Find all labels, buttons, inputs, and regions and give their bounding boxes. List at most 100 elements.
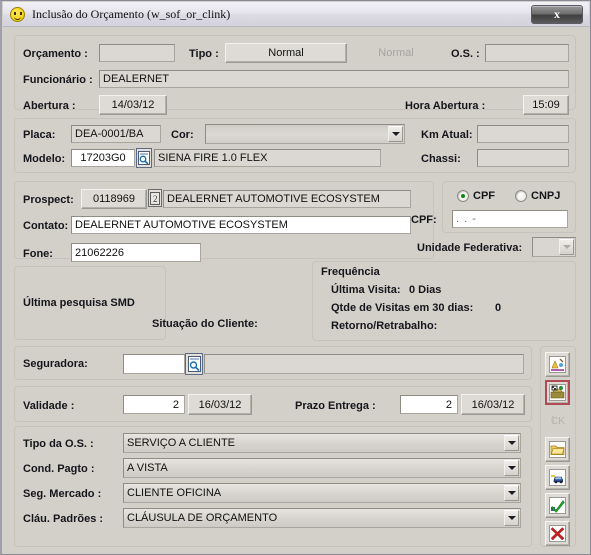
label-seg-mercado: Seg. Mercado : bbox=[23, 488, 102, 500]
cond-pagto-dropdown[interactable]: A VISTA bbox=[123, 458, 521, 478]
prospect-search-icon[interactable]: 2 bbox=[148, 189, 162, 207]
prospect-code-box[interactable]: 0118969 bbox=[81, 189, 147, 209]
car-icon-button[interactable] bbox=[545, 465, 570, 490]
green-check-icon bbox=[549, 497, 566, 514]
label-qtde-visitas: Qtde de Visitas em 30 dias: bbox=[331, 302, 474, 314]
label-validade: Validade : bbox=[23, 400, 75, 412]
label-tipo: Tipo : bbox=[189, 48, 219, 60]
open-folder-icon bbox=[549, 441, 566, 458]
clau-padroes-dropdown[interactable]: CLÁUSULA DE ORÇAMENTO bbox=[123, 508, 521, 528]
cpf-field[interactable]: . . - bbox=[452, 210, 568, 228]
label-ultima-pesquisa-smd: Última pesquisa SMD bbox=[23, 297, 135, 309]
label-modelo: Modelo: bbox=[23, 153, 66, 165]
modelo-code-field[interactable]: 17203G0 bbox=[71, 149, 135, 167]
chassi-field[interactable] bbox=[477, 149, 569, 167]
contato-field[interactable]: DEALERNET AUTOMOTIVE ECOSYSTEM bbox=[71, 216, 411, 234]
seg-mercado-value: CLIENTE OFICINA bbox=[127, 487, 222, 499]
window-title: Inclusão do Orçamento (w_sof_or_clink) bbox=[32, 6, 231, 21]
os-field[interactable] bbox=[485, 44, 569, 62]
seguradora-description-field[interactable] bbox=[204, 354, 524, 374]
prazo-entrega-date[interactable]: 16/03/12 bbox=[461, 394, 525, 415]
label-unidade-federativa: Unidade Federativa: bbox=[417, 242, 523, 254]
tipo-os-dropdown[interactable]: SERVIÇO A CLIENTE bbox=[123, 433, 521, 453]
radio-cnpj-label: CNPJ bbox=[531, 190, 561, 202]
panel-cliente: Prospect: 0118969 2 DEALERNET AUTOMOTIVE… bbox=[14, 181, 434, 262]
check-lock-icon-button: CK bbox=[545, 408, 570, 433]
label-orcamento: Orçamento : bbox=[23, 48, 88, 60]
chevron-down-icon-seg-mercado[interactable] bbox=[504, 485, 519, 501]
panel-orcamento-header: Orçamento : Tipo : Normal Normal O.S. : … bbox=[14, 35, 576, 115]
frequencia-title: Frequência bbox=[321, 266, 380, 278]
fone-field[interactable]: 21062226 bbox=[71, 243, 201, 262]
application-window: Inclusão do Orçamento (w_sof_or_clink) x… bbox=[0, 0, 591, 555]
radio-dot-cpf bbox=[457, 190, 469, 202]
label-tipo-os: Tipo da O.S. : bbox=[23, 438, 94, 450]
title-bar: Inclusão do Orçamento (w_sof_or_clink) x bbox=[3, 2, 589, 27]
modelo-search-icon[interactable] bbox=[136, 148, 152, 168]
label-os: O.S. : bbox=[451, 48, 480, 60]
open-folder-icon-button[interactable] bbox=[545, 437, 570, 462]
green-check-icon-button[interactable] bbox=[545, 493, 570, 518]
label-abertura: Abertura : bbox=[23, 100, 76, 112]
panel-veiculo: Placa: DEA-0001/BA Cor: Km Atual: Modelo… bbox=[14, 118, 576, 173]
radio-cpf[interactable]: CPF bbox=[457, 190, 495, 202]
label-cor: Cor: bbox=[171, 129, 194, 141]
car-icon bbox=[549, 469, 566, 486]
seguradora-search-icon[interactable] bbox=[185, 353, 203, 375]
km-atual-field[interactable] bbox=[477, 125, 569, 143]
prazo-entrega-days-field[interactable]: 2 bbox=[400, 395, 458, 414]
panel-seguradora: Seguradora: bbox=[14, 346, 532, 380]
tipo-secondary-value: Normal bbox=[355, 43, 437, 63]
panel-frequencia: Frequência Última Visita: 0 Dias Qtde de… bbox=[312, 261, 576, 341]
hora-abertura-value[interactable]: 15:09 bbox=[523, 95, 569, 115]
label-placa: Placa: bbox=[23, 129, 56, 141]
close-button[interactable]: x bbox=[531, 5, 583, 24]
form-client-area: Orçamento : Tipo : Normal Normal O.S. : … bbox=[4, 28, 589, 553]
panel-documento: CPF CNPJ CPF: . . - bbox=[411, 181, 576, 233]
svg-text:2: 2 bbox=[153, 194, 158, 204]
seguradora-code-field[interactable] bbox=[123, 354, 185, 374]
label-fone: Fone: bbox=[23, 248, 53, 260]
red-x-icon bbox=[549, 525, 566, 542]
prospect-description-field[interactable]: DEALERNET AUTOMOTIVE ECOSYSTEM bbox=[163, 190, 411, 208]
chevron-down-icon-uf[interactable] bbox=[559, 239, 574, 255]
label-clau-padroes: Cláu. Padrões : bbox=[23, 513, 104, 525]
label-cond-pagto: Cond. Pagto : bbox=[23, 463, 95, 475]
right-toolbar: CK bbox=[540, 346, 576, 547]
paint-palette-icon-button[interactable] bbox=[545, 352, 570, 377]
abertura-date[interactable]: 14/03/12 bbox=[99, 95, 167, 115]
value-ultima-visita: 0 Dias bbox=[409, 284, 442, 296]
radio-cpf-label: CPF bbox=[473, 190, 495, 202]
label-retorno-retrabalho: Retorno/Retrabalho: bbox=[331, 320, 438, 332]
validade-days-field[interactable]: 2 bbox=[123, 395, 185, 414]
clau-padroes-value: CLÁUSULA DE ORÇAMENTO bbox=[127, 512, 278, 524]
placa-field[interactable]: DEA-0001/BA bbox=[71, 125, 161, 143]
toolbox-icon-button[interactable] bbox=[545, 380, 570, 405]
radio-dot-cnpj bbox=[515, 190, 527, 202]
label-km-atual: Km Atual: bbox=[421, 129, 473, 141]
cond-pagto-value: A VISTA bbox=[127, 462, 168, 474]
label-situacao-cliente: Situação do Cliente: bbox=[152, 318, 258, 330]
seg-mercado-dropdown[interactable]: CLIENTE OFICINA bbox=[123, 483, 521, 503]
smiley-icon bbox=[10, 6, 25, 22]
chevron-down-icon[interactable] bbox=[388, 126, 403, 142]
tipo-value-box[interactable]: Normal bbox=[225, 43, 347, 63]
label-contato: Contato: bbox=[23, 220, 69, 232]
unidade-federativa-dropdown[interactable] bbox=[532, 237, 576, 257]
orcamento-field[interactable] bbox=[99, 44, 175, 62]
red-x-icon-button[interactable] bbox=[545, 521, 570, 546]
label-prazo-entrega: Prazo Entrega : bbox=[295, 400, 376, 412]
chevron-down-icon-cond-pagto[interactable] bbox=[504, 460, 519, 476]
label-ultima-visita: Última Visita: bbox=[331, 284, 401, 296]
chevron-down-icon-clau-padroes[interactable] bbox=[504, 510, 519, 526]
chevron-down-icon-tipo-os[interactable] bbox=[504, 435, 519, 451]
modelo-description-field[interactable]: SIENA FIRE 1.0 FLEX bbox=[154, 149, 381, 167]
validade-date[interactable]: 16/03/12 bbox=[188, 394, 252, 415]
label-prospect: Prospect: bbox=[23, 194, 74, 206]
cor-dropdown[interactable] bbox=[205, 124, 405, 144]
radio-cnpj[interactable]: CNPJ bbox=[515, 190, 560, 202]
label-seguradora: Seguradora: bbox=[23, 358, 88, 370]
value-qtde-visitas: 0 bbox=[495, 302, 502, 314]
funcionario-field[interactable]: DEALERNET bbox=[99, 70, 569, 88]
label-cpf: CPF: bbox=[411, 214, 437, 226]
